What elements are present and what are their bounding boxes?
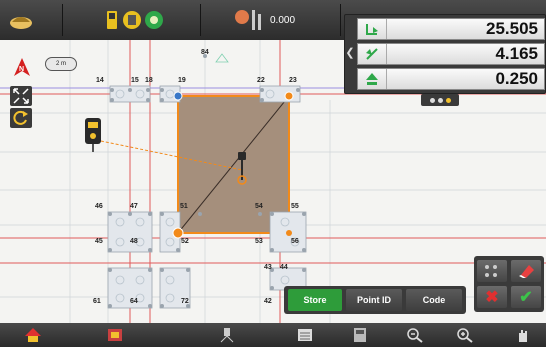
map-layers-button[interactable]	[100, 325, 130, 345]
corner-handle-sw[interactable]	[172, 227, 184, 239]
point-label: 42	[264, 298, 272, 305]
rover-icon	[10, 17, 32, 29]
target-height-icon	[235, 10, 261, 30]
list-icon	[298, 329, 312, 341]
delta-north-icon	[358, 44, 387, 64]
scale-indicator: 2 m	[45, 57, 77, 71]
action-bar: Store Point ID Code	[284, 286, 466, 314]
eraser-icon	[519, 265, 534, 278]
rotate-button[interactable]	[10, 108, 32, 128]
pan-icon	[519, 330, 527, 342]
point-label: 52	[181, 238, 189, 245]
point-label: 84	[201, 49, 209, 56]
home-button[interactable]	[18, 325, 48, 345]
point-label: 53	[255, 238, 263, 245]
measurement-row: 0.250	[357, 68, 545, 90]
point-id-button[interactable]: Point ID	[346, 289, 402, 311]
point-label: 22	[257, 77, 265, 84]
controller-status-icons	[107, 11, 163, 29]
point-label: 72	[181, 298, 189, 305]
point-label: 47	[130, 203, 138, 210]
page-dot[interactable]	[429, 97, 435, 103]
point-label: 15	[131, 77, 139, 84]
store-button[interactable]: Store	[288, 289, 342, 311]
pan-button[interactable]	[508, 325, 538, 345]
measurement-panel: ❮ 25.505 4.165 0.250	[344, 14, 546, 94]
list-button[interactable]	[290, 325, 320, 345]
target-height-button[interactable]: 0.000	[232, 6, 295, 34]
point-label: 45	[95, 238, 103, 245]
point-label: 61	[93, 298, 101, 305]
home-icon	[25, 328, 41, 342]
point-label: 55	[291, 203, 299, 210]
point-settings-icon	[485, 265, 497, 277]
corner-handle-nw[interactable]	[173, 91, 183, 101]
zoom-in-button[interactable]	[450, 325, 480, 345]
expand-icon	[13, 88, 29, 104]
point-label: 44	[280, 264, 288, 271]
measurement-row: 25.505	[357, 18, 545, 40]
page-dot[interactable]	[437, 97, 443, 103]
bottom-toolbar	[0, 323, 546, 347]
delta-height-icon	[358, 69, 387, 89]
point-label: 54	[255, 203, 263, 210]
corner-handle-ne[interactable]	[284, 91, 294, 101]
zoom-in-icon	[457, 328, 473, 343]
point-label: 46	[95, 203, 103, 210]
page-dot-active[interactable]	[445, 97, 451, 103]
measurement-row: 4.165	[357, 43, 545, 65]
edit-tools-panel: ✖ ✔	[474, 256, 544, 312]
instrument-button[interactable]	[212, 325, 242, 345]
calculator-icon	[354, 328, 366, 342]
point-label: 56	[291, 238, 299, 245]
point-settings-button[interactable]	[477, 260, 507, 282]
measurement-value: 25.505	[486, 19, 538, 38]
instrument-icon	[220, 328, 234, 343]
point-label: 23	[289, 77, 297, 84]
page-indicator[interactable]	[421, 94, 459, 106]
svg-text:N: N	[19, 66, 24, 73]
point-label: 51	[180, 203, 188, 210]
delta-east-icon	[358, 19, 387, 39]
point-label: 48	[130, 238, 138, 245]
target-height-value: 0.000	[270, 14, 296, 26]
confirm-button[interactable]: ✔	[511, 286, 541, 308]
point-label: 14	[96, 77, 104, 84]
cancel-button[interactable]: ✖	[477, 286, 507, 308]
point-label: 19	[178, 77, 186, 84]
zoom-out-icon	[407, 328, 423, 343]
code-button[interactable]: Code	[406, 289, 462, 311]
cancel-icon: ✖	[485, 289, 499, 306]
calculator-button[interactable]	[345, 325, 375, 345]
rotate-icon	[13, 110, 28, 125]
zoom-extents-button[interactable]	[10, 86, 32, 106]
map-layers-icon	[108, 329, 122, 341]
collapse-panel-button[interactable]: ❮	[345, 43, 355, 63]
point-label: 64	[130, 298, 138, 305]
measurement-value: 0.250	[495, 69, 538, 88]
measurement-value: 4.165	[495, 44, 538, 63]
point-label: 18	[145, 77, 153, 84]
eraser-button[interactable]	[511, 260, 541, 282]
controller-status[interactable]	[106, 6, 168, 34]
point-label: 43	[264, 264, 272, 271]
confirm-icon: ✔	[519, 289, 533, 306]
rover-button[interactable]	[8, 6, 34, 34]
zoom-out-button[interactable]	[400, 325, 430, 345]
